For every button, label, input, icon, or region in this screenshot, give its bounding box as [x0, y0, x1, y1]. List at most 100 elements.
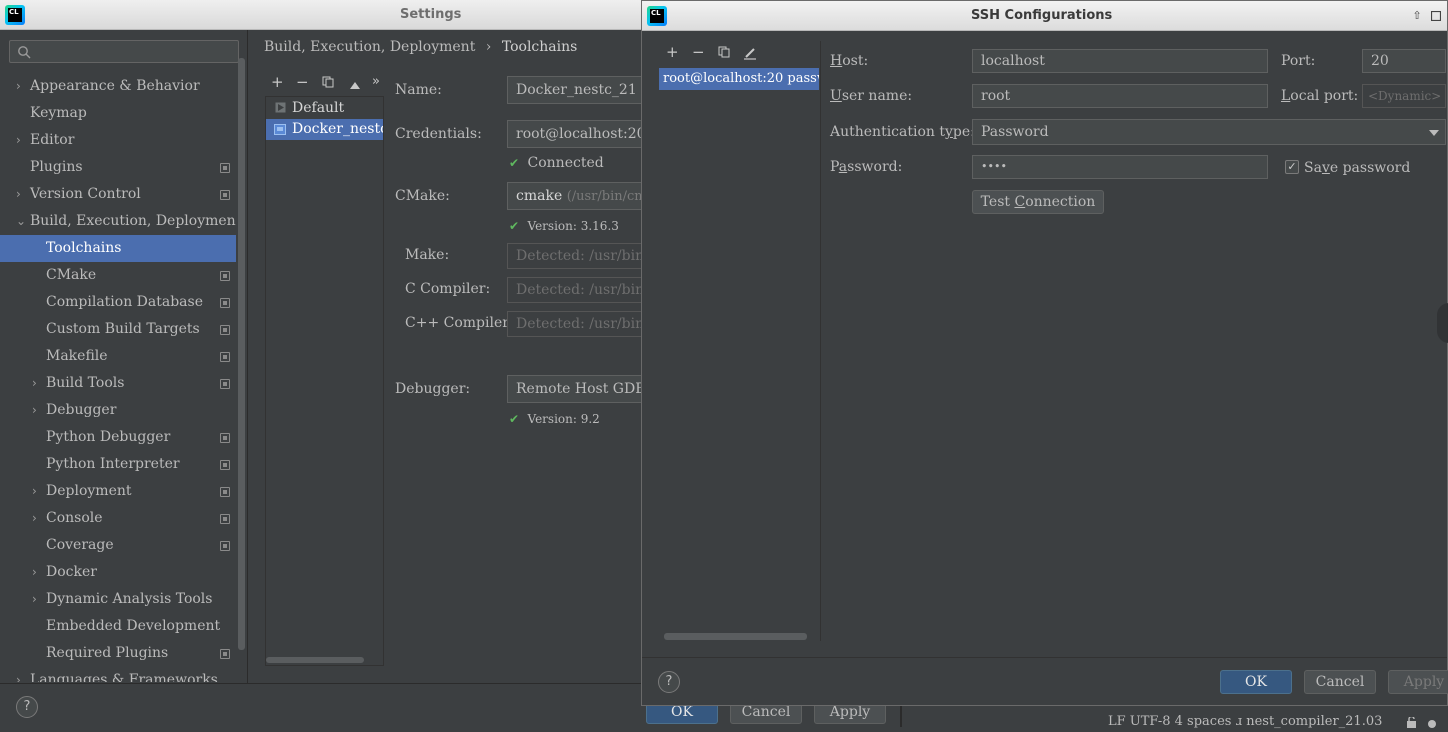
sidebar-item[interactable]: Coverage [0, 532, 236, 559]
chevron-right-icon[interactable]: › [16, 667, 21, 682]
sidebar-item[interactable]: › Deployment [0, 478, 236, 505]
sidebar-item[interactable]: Plugins [0, 154, 236, 181]
project-level-icon [220, 460, 230, 470]
sidebar-item[interactable]: › Version Control [0, 181, 236, 208]
password-field[interactable]: •••• [972, 155, 1268, 179]
settings-search-input[interactable] [9, 40, 239, 63]
ssh-apply-button[interactable]: Apply [1388, 670, 1448, 694]
sidebar-item[interactable]: › Console [0, 505, 236, 532]
auth-type-dropdown[interactable]: Password [972, 119, 1446, 145]
save-password-checkbox[interactable]: ✓ [1285, 160, 1299, 174]
sidebar-item[interactable]: Embedded Development [0, 613, 236, 640]
chevron-right-icon[interactable]: › [32, 397, 37, 424]
sidebar-item[interactable]: › Debugger [0, 397, 236, 424]
sidebar-item[interactable]: Python Debugger [0, 424, 236, 451]
cpp-compiler-field[interactable]: Detected: /usr/bin/c [507, 311, 647, 337]
project-level-icon [220, 379, 230, 389]
breadcrumb-parent[interactable]: Build, Execution, Deployment [264, 39, 475, 55]
sidebar-item[interactable]: › Languages & Frameworks [0, 667, 236, 682]
toolchain-list-scrollbar[interactable] [266, 657, 364, 663]
sidebar-item[interactable]: › Docker [0, 559, 236, 586]
c-compiler-field[interactable]: Detected: /usr/bin/c [507, 277, 647, 303]
add-toolchain-button[interactable]: + [271, 73, 284, 91]
sidebar-item-label: Version Control [30, 186, 141, 202]
project-level-icon [220, 649, 230, 659]
sidebar-item[interactable]: Makefile [0, 343, 236, 370]
copy-icon [322, 76, 334, 88]
ssh-help-button[interactable]: ? [658, 671, 680, 693]
add-ssh-config-button[interactable]: + [666, 43, 679, 61]
inspector-icon[interactable] [1425, 716, 1439, 728]
more-actions-button[interactable]: » [372, 74, 380, 89]
chevron-right-icon[interactable]: › [32, 559, 37, 586]
remove-ssh-config-button[interactable]: − [692, 43, 705, 61]
host-field[interactable]: localhost [972, 49, 1268, 73]
sidebar-item[interactable]: Python Interpreter [0, 451, 236, 478]
lock-icon[interactable] [1405, 715, 1419, 728]
local-port-field[interactable]: <Dynamic> [1362, 84, 1446, 108]
debugger-version: Version: 9.2 [527, 412, 600, 426]
sidebar-item[interactable]: › Editor [0, 127, 236, 154]
restore-icon[interactable] [1427, 7, 1445, 25]
password-label: Password: [830, 159, 903, 175]
test-connection-button[interactable]: Test Connection [972, 190, 1104, 214]
cmake-label: CMake: [395, 188, 450, 204]
ssh-window-title: SSH Configurations [971, 8, 1113, 23]
sidebar-item-label: Languages & Frameworks [30, 672, 218, 682]
sidebar-item[interactable]: Toolchains [0, 235, 236, 262]
toolchain-default-icon [275, 102, 286, 113]
chevron-right-icon[interactable]: › [32, 478, 37, 505]
ssh-cancel-button[interactable]: Cancel [1304, 670, 1376, 694]
maximize-icon[interactable]: ⇧ [1408, 7, 1426, 25]
sidebar-item-label: Embedded Development [46, 618, 221, 634]
ssh-footer-divider [642, 657, 1447, 658]
host-label: Host: [830, 53, 869, 69]
toolchain-item-docker[interactable]: Docker_nestc_ [266, 119, 383, 140]
project-level-icon [220, 271, 230, 281]
credentials-dropdown[interactable]: root@localhost:20 p [507, 120, 647, 148]
settings-help-button[interactable]: ? [16, 696, 38, 718]
sidebar-item[interactable]: Compilation Database [0, 289, 236, 316]
sidebar-item-label: Debugger [46, 402, 117, 418]
toolchain-name-field[interactable]: Docker_nestc_21 [507, 76, 647, 104]
chevron-right-icon[interactable]: › [32, 505, 37, 532]
edit-ssh-config-button[interactable] [743, 46, 757, 60]
chevron-right-icon[interactable]: › [16, 181, 21, 208]
side-handle[interactable] [1437, 303, 1448, 343]
sidebar-item[interactable]: ⌄ Build, Execution, Deployment [0, 208, 236, 235]
sidebar-item[interactable]: › Dynamic Analysis Tools [0, 586, 236, 613]
copy-ssh-config-button[interactable] [718, 46, 730, 58]
ssh-ok-button[interactable]: OK [1220, 670, 1292, 694]
sidebar-item[interactable]: Custom Build Targets [0, 316, 236, 343]
chevron-right-icon[interactable]: › [32, 370, 37, 397]
sidebar-item[interactable]: › Appearance & Behavior [0, 73, 236, 100]
cmake-path-field[interactable]: cmake (/usr/bin/cm [507, 182, 647, 210]
ssh-config-list-item[interactable]: root@localhost:20 passwo [659, 68, 819, 90]
user-name-field[interactable]: root [972, 84, 1268, 108]
ssh-list-scrollbar[interactable] [664, 633, 807, 640]
make-field[interactable]: Detected: /usr/bin/m [507, 243, 647, 269]
sidebar-item-label: Deployment [46, 483, 132, 499]
sidebar-item[interactable]: › Build Tools [0, 370, 236, 397]
user-name-label: User name: [830, 88, 913, 104]
toolchain-item-default[interactable]: Default [266, 97, 383, 119]
sidebar-item[interactable]: Required Plugins [0, 640, 236, 667]
ssh-title-bar[interactable]: CL SSH Configurations ⇧ [642, 1, 1447, 31]
name-label: Name: [395, 82, 442, 98]
copy-toolchain-button[interactable] [322, 76, 334, 88]
settings-tree: › Appearance & Behavior Keymap › Editor Plugi… [0, 72, 236, 682]
c-compiler-label: C Compiler: [405, 281, 491, 297]
sidebar-scrollbar[interactable] [238, 58, 245, 650]
chevron-down-icon[interactable]: ⌄ [16, 208, 26, 235]
chevron-right-icon[interactable]: › [32, 586, 37, 613]
check-icon: ✔ [509, 412, 520, 426]
debugger-dropdown[interactable]: Remote Host GDB ( [507, 375, 647, 403]
remove-toolchain-button[interactable]: − [296, 73, 309, 91]
chevron-right-icon[interactable]: › [16, 127, 21, 154]
chevron-right-icon[interactable]: › [16, 73, 21, 100]
port-field[interactable]: 20 [1362, 49, 1446, 73]
sidebar-item[interactable]: Keymap [0, 100, 236, 127]
move-up-button[interactable] [349, 78, 361, 94]
sidebar-item[interactable]: CMake [0, 262, 236, 289]
check-icon: ✔ [509, 219, 520, 233]
